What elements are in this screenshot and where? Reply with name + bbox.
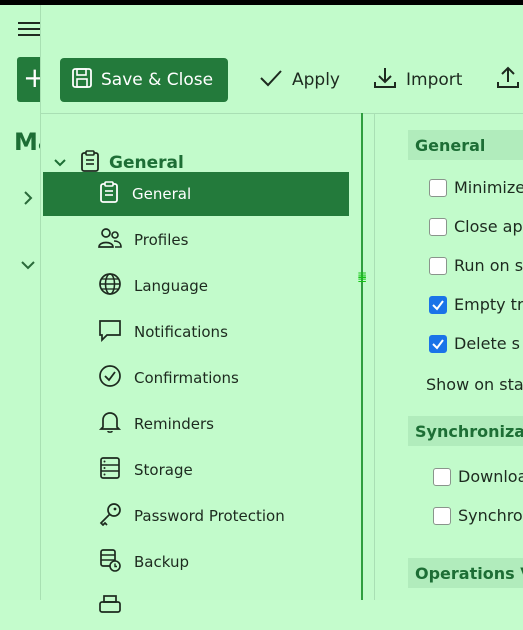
checkbox[interactable] xyxy=(433,506,451,525)
option-label: Synchron xyxy=(458,506,523,525)
apply-button[interactable]: Apply xyxy=(259,58,340,102)
nav-item-label: Backup xyxy=(134,553,189,571)
show-on-start-label: Show on sta xyxy=(426,375,523,394)
checkbox-checked[interactable] xyxy=(429,295,447,314)
nav-item-storage[interactable]: Storage xyxy=(43,448,349,492)
nav-item-confirmations[interactable]: Confirmations xyxy=(43,356,349,400)
globe-icon xyxy=(98,272,122,300)
nav-item-label: Storage xyxy=(134,461,193,479)
option-synchronize[interactable]: Synchron xyxy=(433,506,523,525)
option-label: Delete s xyxy=(454,334,520,353)
save-close-label: Save & Close xyxy=(101,70,214,90)
section-header-general: General xyxy=(408,130,523,160)
check-circle-icon xyxy=(98,364,122,392)
check-icon xyxy=(259,67,283,94)
splitter-grip-icon[interactable]: ≡ ≡ xyxy=(357,269,367,285)
settings-nav: General General Profiles Language Notifi… xyxy=(41,113,361,613)
option-label: Downloa xyxy=(458,467,523,486)
section-header-operations: Operations V xyxy=(408,558,523,588)
chevron-down-icon[interactable] xyxy=(20,255,36,276)
nav-item-label: Password Protection xyxy=(134,507,285,525)
import-label: Import xyxy=(406,70,463,90)
checkbox[interactable] xyxy=(433,467,451,486)
bell-icon xyxy=(98,410,122,438)
checkbox-checked[interactable] xyxy=(429,334,447,353)
nav-item-print[interactable] xyxy=(43,586,349,630)
key-icon xyxy=(98,502,122,530)
option-delete[interactable]: Delete s xyxy=(429,334,520,353)
export-button[interactable] xyxy=(496,58,520,102)
option-run-on-startup[interactable]: Run on s xyxy=(429,256,523,275)
database-icon xyxy=(98,456,122,484)
option-label: Close ap xyxy=(454,217,523,236)
nav-item-label: Confirmations xyxy=(134,369,239,387)
import-button[interactable]: Import xyxy=(373,58,462,102)
nav-item-label: Language xyxy=(134,277,209,295)
save-icon xyxy=(71,67,93,93)
nav-item-language[interactable]: Language xyxy=(43,264,349,308)
save-close-button[interactable]: Save & Close xyxy=(60,58,228,102)
nav-item-profiles[interactable]: Profiles xyxy=(43,218,349,262)
option-label: Run on s xyxy=(454,256,523,275)
option-close-app[interactable]: Close ap xyxy=(429,217,523,236)
checkbox[interactable] xyxy=(429,256,447,275)
nav-item-backup[interactable]: Backup xyxy=(43,540,349,584)
toolbar: Save & Close Apply Import xyxy=(41,5,523,114)
option-empty-trash[interactable]: Empty tr xyxy=(429,295,523,314)
nav-item-label: General xyxy=(132,185,192,203)
settings-dialog: Save & Close Apply Import General Genera… xyxy=(40,5,523,613)
section-header-sync: Synchronizat xyxy=(408,416,523,446)
divider xyxy=(374,113,375,600)
download-icon xyxy=(373,66,397,95)
chevron-down-icon[interactable] xyxy=(53,156,67,170)
printer-icon xyxy=(98,594,122,622)
option-label: Empty tr xyxy=(454,295,523,314)
nav-item-label: Profiles xyxy=(134,231,189,249)
checkbox[interactable] xyxy=(429,178,447,197)
panel-splitter[interactable] xyxy=(361,113,363,600)
chevron-right-icon[interactable] xyxy=(22,190,34,211)
nav-item-label: Notifications xyxy=(134,323,228,341)
users-icon xyxy=(98,226,122,254)
nav-item-label: Reminders xyxy=(134,415,214,433)
nav-item-general[interactable]: General xyxy=(43,172,349,216)
option-label: Minimize xyxy=(454,178,523,197)
backup-icon xyxy=(98,548,122,576)
nav-item-notifications[interactable]: Notifications xyxy=(43,310,349,354)
option-minimize[interactable]: Minimize xyxy=(429,178,523,197)
upload-icon xyxy=(496,66,520,95)
nav-item-password-protection[interactable]: Password Protection xyxy=(43,494,349,538)
checkbox[interactable] xyxy=(429,217,447,236)
apply-label: Apply xyxy=(292,70,340,90)
nav-group-label: General xyxy=(109,153,184,173)
clipboard-icon xyxy=(98,180,120,208)
option-download[interactable]: Downloa xyxy=(433,467,523,486)
message-icon xyxy=(98,318,122,346)
hamburger-menu-icon[interactable] xyxy=(16,18,42,42)
nav-item-reminders[interactable]: Reminders xyxy=(43,402,349,446)
